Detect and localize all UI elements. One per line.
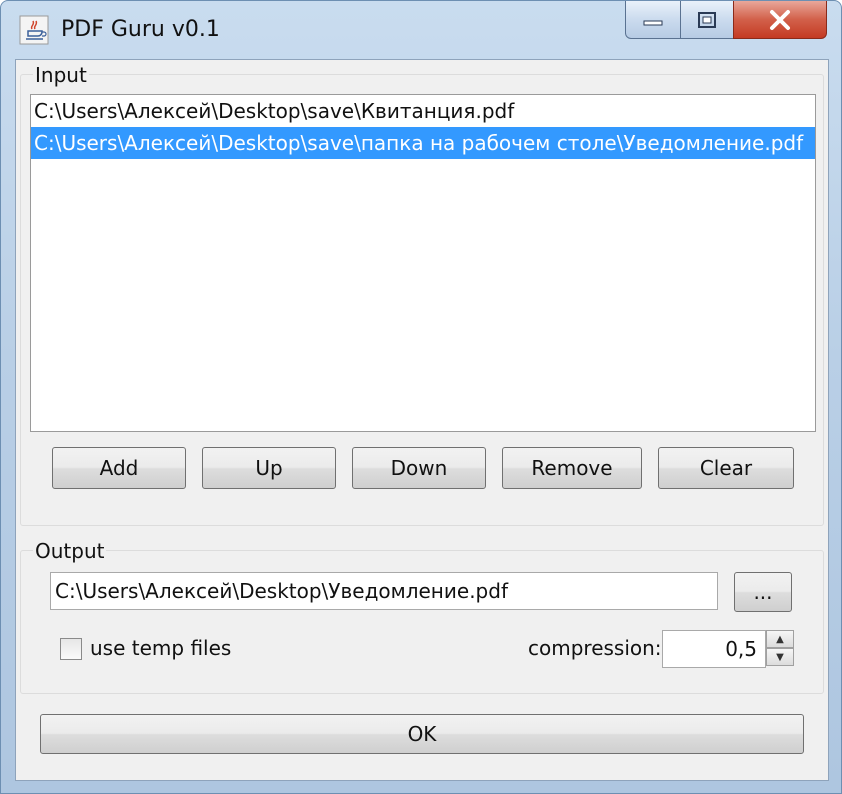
- minimize-icon: [643, 20, 663, 25]
- client-area: Input C:\Users\Алексей\Desktop\save\Квит…: [15, 59, 829, 781]
- remove-button[interactable]: Remove: [502, 447, 642, 489]
- input-file-list[interactable]: C:\Users\Алексей\Desktop\save\Квитанция.…: [30, 94, 816, 432]
- use-temp-files-label: use temp files: [90, 636, 232, 660]
- spinner-down-button[interactable]: ▼: [766, 648, 794, 666]
- window-title: PDF Guru v0.1: [61, 17, 220, 42]
- ok-button[interactable]: OK: [40, 714, 804, 754]
- arrow-down-icon: ▼: [776, 651, 784, 663]
- clear-button[interactable]: Clear: [658, 447, 794, 489]
- minimize-button[interactable]: [625, 1, 681, 39]
- output-group-label: Output: [33, 539, 107, 563]
- compression-spinner-field[interactable]: 0,5: [662, 630, 766, 668]
- maximize-icon: [698, 11, 716, 28]
- add-button[interactable]: Add: [52, 447, 186, 489]
- compression-label: compression:: [528, 636, 662, 660]
- use-temp-files-checkbox[interactable]: [60, 638, 82, 660]
- up-button[interactable]: Up: [202, 447, 336, 489]
- close-icon: [770, 9, 790, 30]
- input-group-label: Input: [33, 63, 89, 87]
- close-button[interactable]: [733, 1, 827, 39]
- java-cup-icon[interactable]: [19, 15, 49, 45]
- compression-spinner-buttons: ▲ ▼: [766, 630, 794, 666]
- output-path-field[interactable]: C:\Users\Алексей\Desktop\Уведомление.pdf: [50, 572, 718, 610]
- browse-button[interactable]: ...: [734, 572, 792, 612]
- list-item[interactable]: C:\Users\Алексей\Desktop\save\папка на р…: [31, 127, 815, 159]
- title-bar[interactable]: PDF Guru v0.1: [1, 1, 841, 59]
- arrow-up-icon: ▲: [776, 633, 784, 645]
- spinner-up-button[interactable]: ▲: [766, 630, 794, 648]
- maximize-button[interactable]: [680, 1, 734, 39]
- app-window: PDF Guru v0.1 Input C:\Users\Алексей\Des…: [0, 0, 842, 794]
- down-button[interactable]: Down: [352, 447, 486, 489]
- list-item[interactable]: C:\Users\Алексей\Desktop\save\Квитанция.…: [31, 95, 815, 127]
